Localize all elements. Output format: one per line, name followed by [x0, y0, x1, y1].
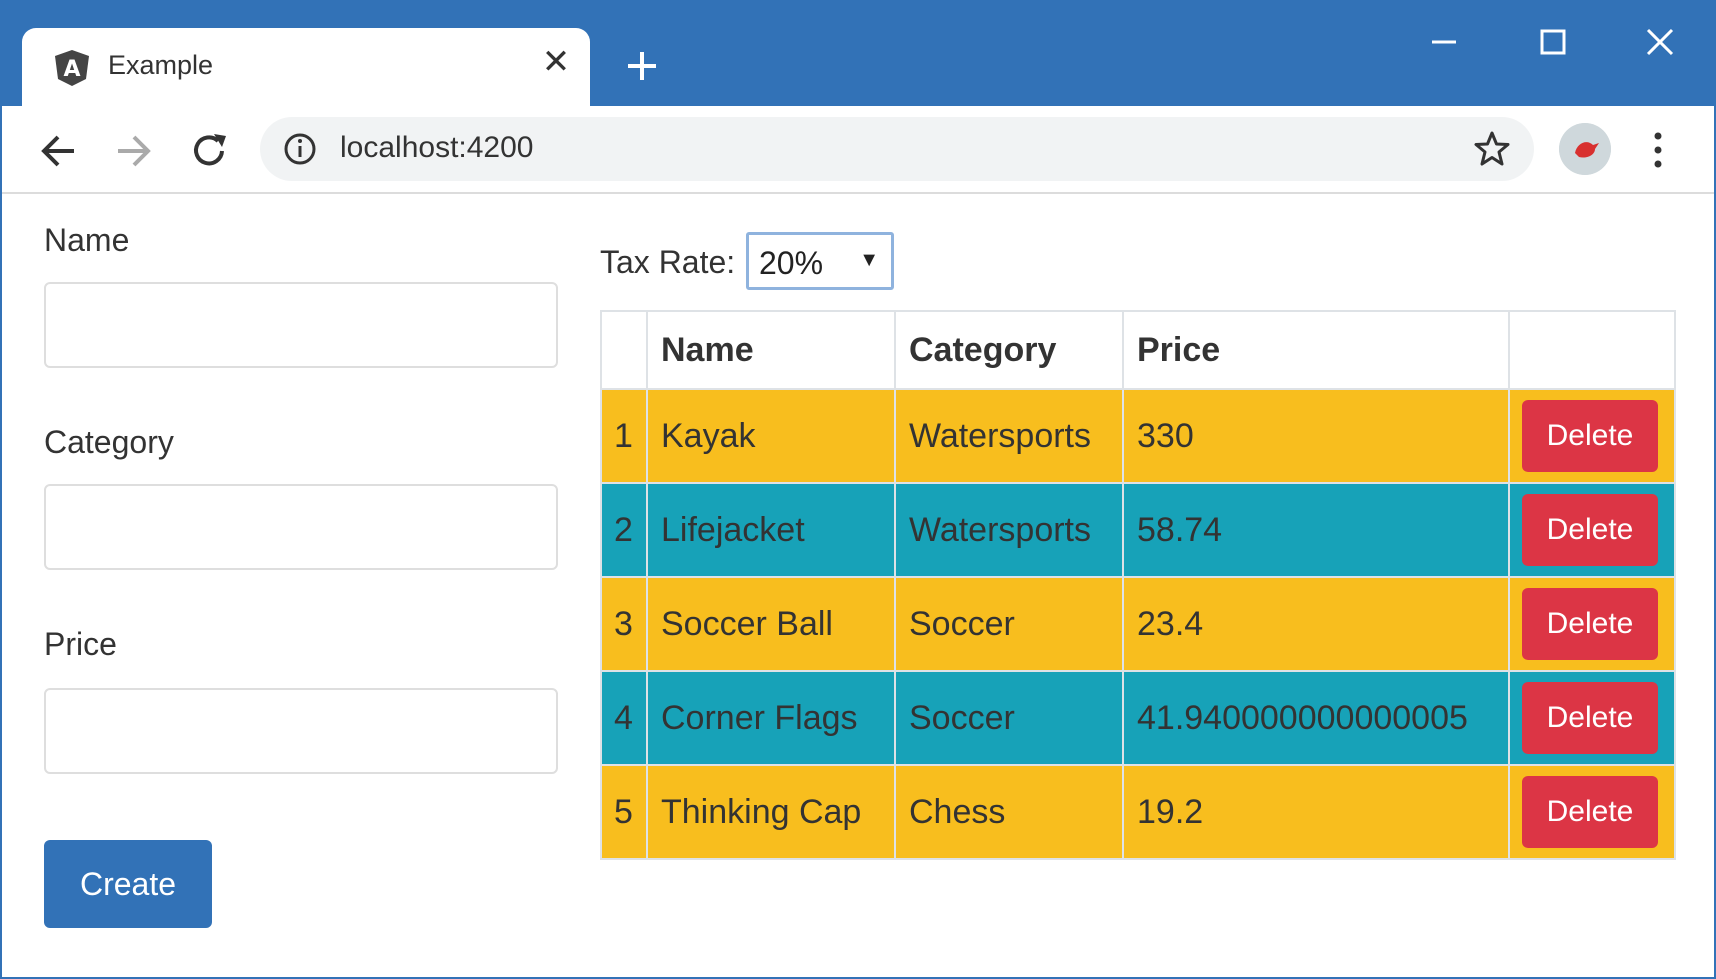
- svg-text:A: A: [63, 57, 80, 82]
- back-arrow-icon[interactable]: [34, 126, 84, 176]
- row-index: 3: [600, 576, 648, 672]
- price-label: Price: [44, 626, 117, 662]
- row-index: 5: [600, 764, 648, 860]
- delete-button[interactable]: Delete: [1522, 400, 1658, 472]
- star-icon[interactable]: [1472, 129, 1512, 169]
- row-category: Soccer: [894, 670, 1124, 766]
- browser-window: A Example ✕ localhost:4200 Name Category…: [0, 0, 1716, 979]
- forward-arrow-icon[interactable]: [108, 126, 158, 176]
- angular-logo-icon: A: [55, 50, 89, 86]
- delete-button[interactable]: Delete: [1522, 588, 1658, 660]
- products-table: Name Category Price 1 Kayak Watersports …: [600, 310, 1676, 860]
- browser-toolbar: localhost:4200: [2, 106, 1714, 194]
- url-text[interactable]: localhost:4200: [340, 131, 533, 165]
- browser-tab[interactable]: A Example ✕: [22, 28, 590, 108]
- close-window-icon[interactable]: [1630, 20, 1690, 64]
- table-row: 4 Corner Flags Soccer 41.940000000000005…: [600, 670, 1676, 766]
- table-row: 5 Thinking Cap Chess 19.2 Delete: [600, 764, 1676, 860]
- reload-icon[interactable]: [184, 126, 234, 176]
- row-price: 330: [1122, 388, 1510, 484]
- close-icon[interactable]: ✕: [536, 42, 576, 82]
- page-content: Name Category Price Create Tax Rate: 20%…: [2, 194, 1714, 977]
- delete-button[interactable]: Delete: [1522, 494, 1658, 566]
- delete-button[interactable]: Delete: [1522, 776, 1658, 848]
- row-category: Chess: [894, 764, 1124, 860]
- address-bar[interactable]: localhost:4200: [260, 117, 1534, 181]
- avatar[interactable]: [1559, 123, 1611, 175]
- header-actions: [1508, 310, 1676, 390]
- table-row: 2 Lifejacket Watersports 58.74 Delete: [600, 482, 1676, 578]
- header-name: Name: [646, 310, 896, 390]
- row-category: Watersports: [894, 388, 1124, 484]
- tax-rate-label: Tax Rate:: [600, 244, 736, 280]
- row-category: Watersports: [894, 482, 1124, 578]
- row-name: Soccer Ball: [646, 576, 896, 672]
- row-name: Kayak: [646, 388, 896, 484]
- tax-rate-value: 20%: [759, 245, 824, 281]
- row-price: 19.2: [1122, 764, 1510, 860]
- tab-title: Example: [108, 50, 214, 80]
- avatar-bird-icon: [1559, 123, 1611, 175]
- row-price: 58.74: [1122, 482, 1510, 578]
- name-label: Name: [44, 222, 130, 258]
- name-input[interactable]: [44, 282, 558, 368]
- delete-button[interactable]: Delete: [1522, 682, 1658, 754]
- row-name: Thinking Cap: [646, 764, 896, 860]
- tax-rate-select[interactable]: 20% ▼: [746, 232, 894, 290]
- maximize-icon[interactable]: [1522, 20, 1582, 64]
- row-category: Soccer: [894, 576, 1124, 672]
- table-row: 1 Kayak Watersports 330 Delete: [600, 388, 1676, 484]
- row-name: Corner Flags: [646, 670, 896, 766]
- row-index: 1: [600, 388, 648, 484]
- row-actions: Delete: [1508, 388, 1676, 484]
- table-header-row: Name Category Price: [600, 310, 1676, 390]
- row-price: 23.4: [1122, 576, 1510, 672]
- header-index: [600, 310, 648, 390]
- row-index: 2: [600, 482, 648, 578]
- row-name: Lifejacket: [646, 482, 896, 578]
- row-index: 4: [600, 670, 648, 766]
- more-vert-icon[interactable]: [1648, 128, 1668, 172]
- row-actions: Delete: [1508, 576, 1676, 672]
- table-row: 3 Soccer Ball Soccer 23.4 Delete: [600, 576, 1676, 672]
- row-actions: Delete: [1508, 482, 1676, 578]
- title-bar: A Example ✕: [2, 2, 1714, 108]
- price-input[interactable]: [44, 688, 558, 774]
- category-input[interactable]: [44, 484, 558, 570]
- dropdown-arrow-icon: ▼: [859, 249, 879, 271]
- row-price: 41.940000000000005: [1122, 670, 1510, 766]
- minimize-icon[interactable]: [1414, 20, 1474, 64]
- category-label: Category: [44, 424, 174, 460]
- create-button[interactable]: Create: [44, 840, 212, 928]
- header-price: Price: [1122, 310, 1510, 390]
- row-actions: Delete: [1508, 764, 1676, 860]
- info-icon[interactable]: [282, 131, 318, 167]
- plus-icon[interactable]: [622, 46, 662, 86]
- header-category: Category: [894, 310, 1124, 390]
- row-actions: Delete: [1508, 670, 1676, 766]
